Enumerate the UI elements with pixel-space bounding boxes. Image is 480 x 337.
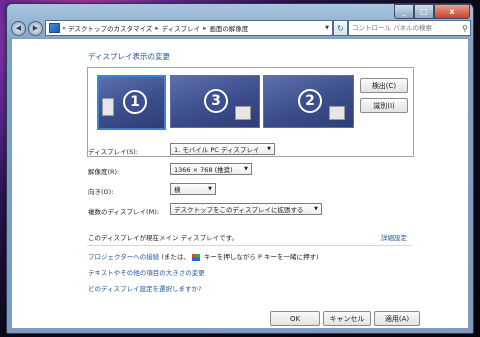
forward-button[interactable]: ▶ [28,20,43,36]
advanced-settings-link[interactable]: 詳細設定 [381,232,407,242]
main-display-status: このディスプレイが現在メイン ディスプレイです。 [88,234,239,242]
divider [87,245,412,246]
monitor-number-badge: 2 [298,89,322,113]
breadcrumb-separator-icon[interactable]: ▸ [203,24,206,32]
crumb-prefix[interactable]: « [62,24,66,32]
breadcrumb-separator-icon[interactable]: ▸ [155,24,158,32]
navigation-bar: ◀ ▶ « デスクトップのカスタマイズ ▸ ディスプレイ ▸ 画面の解像度 ▼ … [11,18,471,38]
minimize-button[interactable]: _ [394,4,414,19]
refresh-button[interactable]: ↻ [333,20,348,36]
ok-button[interactable]: OK [270,311,320,326]
display-label: ディスプレイ(S): [88,148,138,156]
projector-hint-text: (または、 [159,253,190,261]
address-dropdown-icon[interactable]: ▼ [325,25,329,31]
orientation-select-value: 横 [174,186,181,194]
projector-connect-row: プロジェクターへの接続 (または、 キーを押しながら P キーを一緒に押す) [88,251,319,261]
search-input[interactable] [349,23,454,33]
laptop-icon [102,98,114,116]
apply-button[interactable]: 適用(A) [374,311,420,326]
which-settings-link[interactable]: どのディスプレイ設定を選択しますか? [88,283,202,293]
breadcrumb-screen-resolution[interactable]: 画面の解像度 [209,23,248,33]
window-controls: _ □ x [394,4,470,19]
chevron-down-icon: ▼ [244,166,248,172]
breadcrumb-customize-desktop[interactable]: デスクトップのカスタマイズ [68,23,152,33]
windows-logo-icon [191,253,200,261]
monitor-3[interactable]: 3 [170,75,260,128]
content-pane: ディスプレイ表示の変更 1 3 2 検出(C) 識別(I) ディスプレイ(S):… [11,38,469,329]
monitor-number-badge: 3 [204,89,228,113]
monitor-1[interactable]: 1 [97,75,166,130]
multiple-displays-select[interactable]: デスクトップをこのディスプレイに拡張する ▼ [170,203,322,215]
search-box[interactable]: ⚲ [348,20,471,36]
control-panel-icon [49,23,60,33]
projector-hint-text-2: キーを押しながら P キーを一緒に押す) [201,253,319,261]
monitor-2[interactable]: 2 [263,75,354,128]
monitor-number-badge: 1 [123,90,147,114]
multiple-displays-select-value: デスクトップをこのディスプレイに拡張する [174,206,304,214]
search-icon[interactable]: ⚲ [462,24,468,33]
projector-icon [329,106,345,120]
detect-button[interactable]: 検出(C) [360,78,408,93]
chevron-down-icon: ▼ [208,186,212,192]
orientation-label: 向き(O): [88,188,114,196]
text-size-link[interactable]: テキストやその他の項目の大きさの変更 [88,267,205,277]
refresh-icon: ↻ [337,23,344,33]
forward-arrow-icon: ▶ [32,24,39,32]
cancel-button[interactable]: キャンセル [323,311,371,326]
display-select[interactable]: 1. モバイル PC ディスプレイ ▼ [170,143,275,155]
control-panel-window: _ □ x ◀ ▶ « デスクトップのカスタマイズ ▸ ディスプレイ ▸ 画面の… [6,3,474,334]
chevron-down-icon: ▼ [314,206,318,212]
address-bar[interactable]: « デスクトップのカスタマイズ ▸ ディスプレイ ▸ 画面の解像度 ▼ [45,20,333,36]
page-title: ディスプレイ表示の変更 [88,52,170,61]
breadcrumb-display[interactable]: ディスプレイ [162,23,201,33]
resolution-select[interactable]: 1366 × 768 (推奨) ▼ [170,163,252,175]
close-button[interactable]: x [434,4,470,19]
resolution-label: 解像度(R): [88,168,120,176]
back-arrow-icon: ◀ [15,24,22,32]
back-button[interactable]: ◀ [11,20,26,36]
orientation-select[interactable]: 横 ▼ [170,183,216,195]
projector-connect-link[interactable]: プロジェクターへの接続 [88,253,159,261]
maximize-button[interactable]: □ [414,4,434,19]
chevron-down-icon: ▼ [267,146,271,152]
identify-button[interactable]: 識別(I) [360,98,408,113]
resolution-select-value: 1366 × 768 (推奨) [174,166,233,174]
display-select-value: 1. モバイル PC ディスプレイ [174,146,260,154]
multiple-displays-label: 複数のディスプレイ(M): [88,208,159,216]
projector-icon [235,106,251,120]
